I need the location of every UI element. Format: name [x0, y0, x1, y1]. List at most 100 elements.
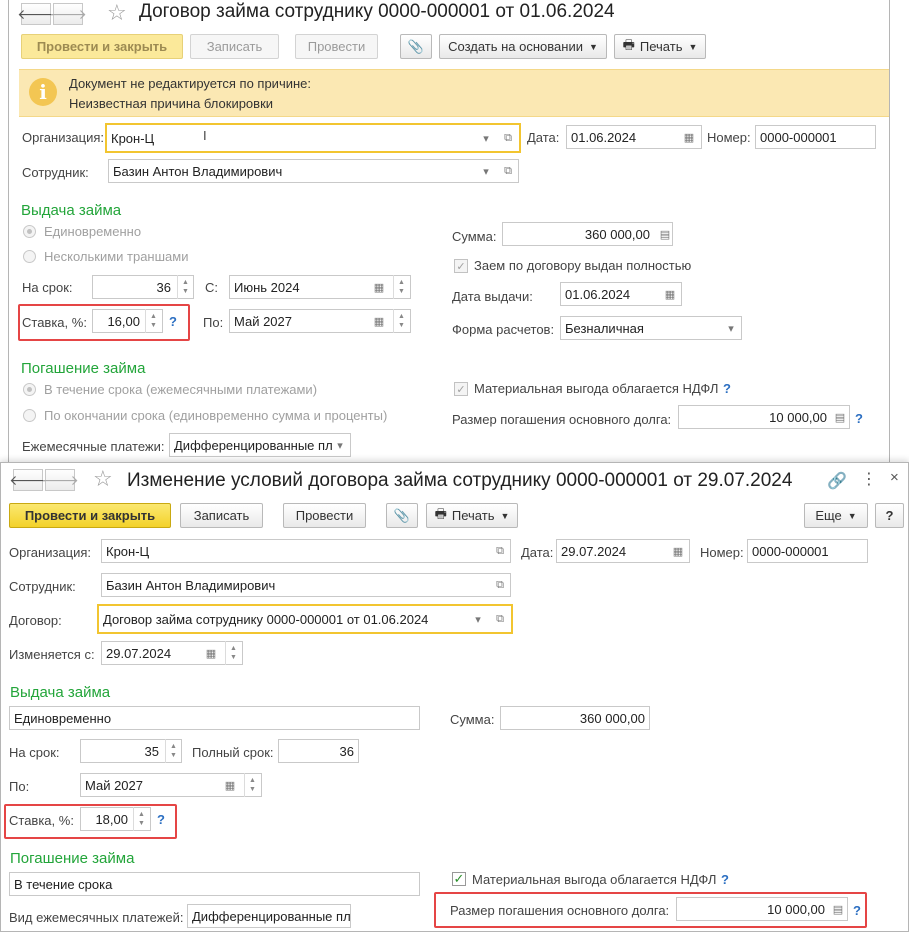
term-label: На срок:: [22, 280, 73, 295]
principal-field[interactable]: 10 000,00: [676, 897, 848, 921]
repay-during-label: В течение срока (ежемесячными платежами): [44, 382, 318, 397]
contract-field[interactable]: Договор займа сотруднику 0000-000001 от …: [97, 604, 513, 634]
post-button[interactable]: Провести: [283, 503, 366, 528]
date-label: Дата:: [521, 545, 554, 560]
benefit-checkbox[interactable]: ✓: [454, 382, 468, 396]
monthly-field[interactable]: Дифференцированные пл: [169, 433, 351, 457]
contract-value: Договор займа сотруднику 0000-000001 от …: [103, 611, 429, 627]
number-label: Номер:: [707, 130, 751, 145]
open-icon[interactable]: ⧉: [497, 159, 519, 183]
issue-field[interactable]: Единовременно: [9, 706, 420, 730]
dropdown-icon[interactable]: ▾: [720, 316, 742, 340]
more-vertical-icon[interactable]: ⋮: [861, 469, 877, 489]
dropdown-icon[interactable]: ▾: [475, 159, 497, 183]
forward-button[interactable]: 🡒: [49, 3, 87, 25]
repay-section-title: Погашение займа: [21, 360, 146, 377]
calendar-icon[interactable]: ▦: [659, 282, 681, 306]
calculator-icon[interactable]: ▤: [654, 222, 676, 246]
employee-field[interactable]: Базин Антон Владимирович: [101, 573, 511, 597]
radio-repay-end[interactable]: [23, 409, 36, 422]
payment-form-field[interactable]: Безналичная: [560, 316, 742, 340]
number-field[interactable]: 0000-000001: [747, 539, 868, 563]
calendar-icon[interactable]: ▦: [667, 539, 689, 563]
back-button[interactable]: 🡐: [9, 469, 47, 491]
term-spinner[interactable]: ▲ ▼: [177, 275, 193, 299]
calculator-icon[interactable]: ▤: [827, 897, 849, 921]
number-field[interactable]: 0000-000001: [755, 125, 876, 149]
dropdown-icon[interactable]: ▾: [467, 607, 489, 631]
issue-section-title: Выдача займа: [10, 684, 111, 701]
save-button[interactable]: Записать: [190, 34, 279, 59]
printer-icon: 🖶: [622, 36, 635, 52]
principal-help-icon[interactable]: ?: [855, 411, 863, 426]
benefit-help-icon[interactable]: ?: [721, 872, 729, 887]
issued-fully-checkbox[interactable]: ✓: [454, 259, 468, 273]
help-button[interactable]: ?: [875, 503, 904, 528]
full-term-value: 36: [339, 743, 354, 759]
sum-field[interactable]: 360 000,00: [502, 222, 673, 246]
print-button[interactable]: 🖶 Печать ▼: [426, 503, 518, 528]
calendar-icon[interactable]: ▦: [219, 773, 241, 797]
open-icon[interactable]: ⧉: [489, 607, 511, 631]
open-icon[interactable]: ⧉: [497, 126, 519, 150]
post-and-close-button[interactable]: Провести и закрыть: [9, 503, 171, 528]
open-icon[interactable]: ⧉: [489, 539, 511, 563]
principal-field[interactable]: 10 000,00: [678, 405, 850, 429]
benefit-help-icon[interactable]: ?: [723, 381, 731, 396]
number-value: 0000-000001: [760, 129, 837, 145]
more-button[interactable]: Еще ▼: [804, 503, 868, 528]
link-icon[interactable]: 🔗: [827, 471, 847, 491]
dropdown-icon[interactable]: ▾: [475, 126, 497, 150]
favorite-star-icon[interactable]: ☆: [107, 0, 127, 26]
calendar-icon[interactable]: ▦: [678, 125, 700, 149]
changed-from-spinner[interactable]: ▲ ▼: [225, 641, 241, 665]
radio-repay-during[interactable]: [23, 383, 36, 396]
calendar-icon[interactable]: ▦: [200, 641, 222, 665]
benefit-checkbox[interactable]: ✓: [452, 871, 466, 886]
rate-spinner[interactable]: ▲ ▼: [145, 309, 161, 333]
attach-button[interactable]: 📎: [386, 503, 418, 528]
to-spinner[interactable]: ▲ ▼: [244, 773, 260, 797]
term-spinner[interactable]: ▲ ▼: [165, 739, 181, 763]
window-title: Изменение условий договора займа сотрудн…: [127, 470, 793, 491]
attach-button[interactable]: 📎: [400, 34, 432, 59]
org-field[interactable]: Крон-Ц I: [105, 123, 521, 153]
radio-issue-once[interactable]: [23, 225, 36, 238]
create-based-on-button[interactable]: Создать на основании ▼: [439, 34, 607, 59]
open-icon[interactable]: ⧉: [489, 573, 511, 597]
org-field[interactable]: Крон-Ц: [101, 539, 511, 563]
post-and-close-button[interactable]: Провести и закрыть: [21, 34, 183, 59]
info-warning-icon: i: [29, 78, 57, 106]
employee-field[interactable]: Базин Антон Владимирович: [108, 159, 519, 183]
rate-spinner[interactable]: ▲ ▼: [133, 807, 149, 831]
window-title: Договор займа сотруднику 0000-000001 от …: [139, 1, 615, 22]
paperclip-icon: 📎: [393, 507, 411, 523]
from-spinner[interactable]: ▲ ▼: [393, 275, 409, 299]
close-icon[interactable]: ×: [890, 469, 899, 486]
post-button[interactable]: Провести: [295, 34, 378, 59]
repay-field[interactable]: В течение срока: [9, 872, 420, 896]
rate-help-icon[interactable]: ?: [157, 812, 165, 827]
calculator-icon[interactable]: ▤: [829, 405, 851, 429]
calendar-icon[interactable]: ▦: [368, 309, 390, 333]
dropdown-icon[interactable]: ▾: [329, 433, 351, 457]
to-spinner[interactable]: ▲ ▼: [393, 309, 409, 333]
changed-from-label: Изменяется с:: [9, 647, 95, 662]
save-button[interactable]: Записать: [180, 503, 263, 528]
sum-field[interactable]: 360 000,00: [500, 706, 650, 730]
date-value: 29.07.2024: [561, 543, 627, 559]
principal-help-icon[interactable]: ?: [853, 903, 861, 918]
rate-help-icon[interactable]: ?: [169, 314, 177, 329]
back-button[interactable]: 🡐: [17, 3, 55, 25]
radio-issue-tranches[interactable]: [23, 250, 36, 263]
calendar-icon[interactable]: ▦: [368, 275, 390, 299]
number-value: 0000-000001: [752, 543, 829, 559]
sum-label: Сумма:: [450, 712, 495, 727]
monthly-kind-field[interactable]: Дифференцированные пл: [187, 904, 351, 928]
employee-label: Сотрудник:: [22, 165, 89, 180]
term-label: На срок:: [9, 745, 60, 760]
favorite-star-icon[interactable]: ☆: [93, 466, 113, 492]
print-button[interactable]: 🖶 Печать ▼: [614, 34, 706, 59]
full-term-field[interactable]: 36: [278, 739, 359, 763]
forward-button[interactable]: 🡒: [41, 469, 79, 491]
